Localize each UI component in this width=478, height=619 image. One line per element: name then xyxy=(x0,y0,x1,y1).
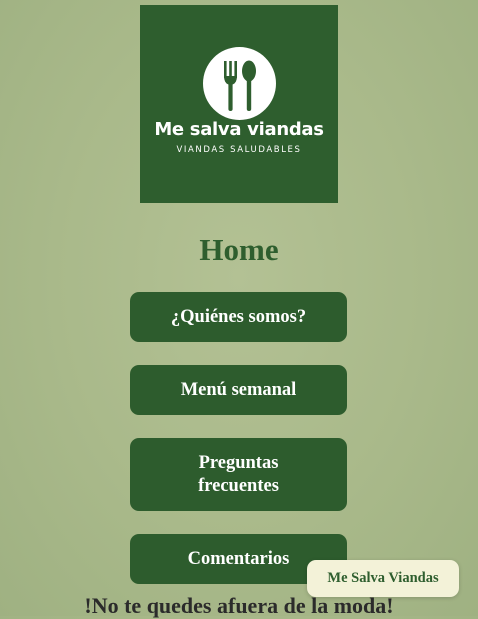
menu-semanal-button[interactable]: Menú semanal xyxy=(130,365,347,415)
menu-semanal-label: Menú semanal xyxy=(180,379,297,400)
quienes-somos-label: ¿Quiénes somos? xyxy=(170,306,307,327)
comentarios-label: Comentarios xyxy=(187,548,290,569)
quienes-somos-button[interactable]: ¿Quiénes somos? xyxy=(130,292,347,342)
brand-logo: Me salva viandas VIANDAS SALUDABLES xyxy=(140,5,338,203)
preguntas-frecuentes-button[interactable]: Preguntas frecuentes xyxy=(130,438,347,511)
logo-title: Me salva viandas xyxy=(154,119,324,140)
preguntas-frecuentes-label: Preguntas frecuentes xyxy=(198,452,279,496)
floating-brand-badge-label: Me Salva Viandas xyxy=(327,570,439,586)
floating-brand-badge[interactable]: Me Salva Viandas xyxy=(307,560,459,597)
page-title: Home xyxy=(199,232,279,267)
fork-spoon-icon xyxy=(203,47,276,120)
logo-subtitle: VIANDAS SALUDABLES xyxy=(176,145,302,155)
